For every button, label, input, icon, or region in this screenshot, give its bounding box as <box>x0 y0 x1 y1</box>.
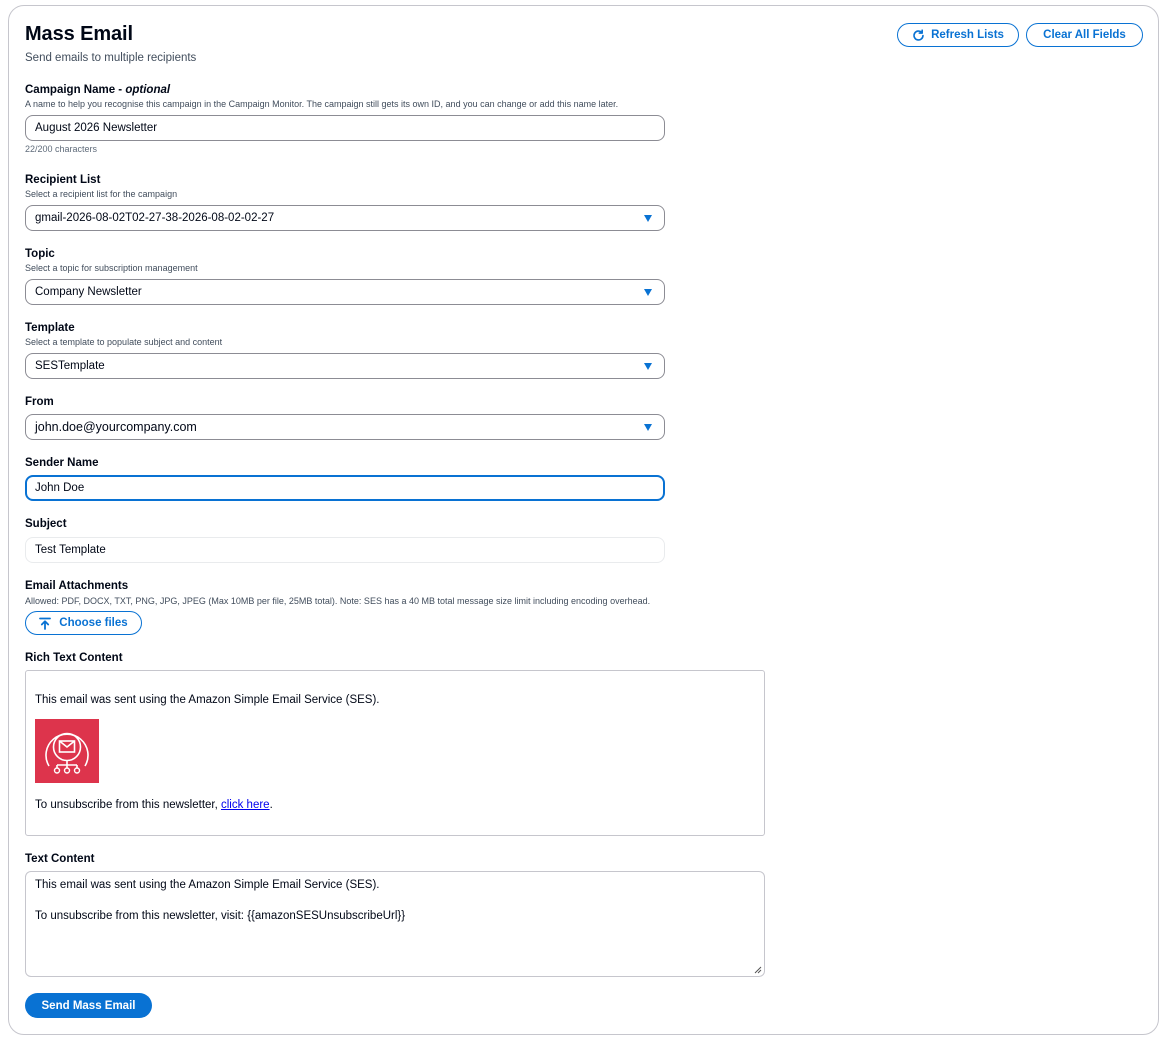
choose-files-button[interactable]: Choose files <box>25 611 142 635</box>
caret-down-icon <box>644 215 652 222</box>
unsubscribe-link[interactable]: click here <box>221 799 270 811</box>
campaign-name-value: August 2026 Newsletter <box>35 122 158 134</box>
rich-text-editor[interactable]: This email was sent using the Amazon Sim… <box>25 670 765 836</box>
page-title: Mass Email <box>25 23 133 45</box>
subject-input[interactable]: Test Template <box>25 537 665 563</box>
campaign-name-input[interactable]: August 2026 Newsletter <box>25 115 665 141</box>
caret-down-icon <box>644 424 652 431</box>
template-select[interactable]: SESTemplate <box>25 353 665 379</box>
caret-down-icon <box>644 363 652 370</box>
resize-handle-icon[interactable] <box>753 965 762 974</box>
from-select[interactable]: john.doe@yourcompany.com <box>25 414 665 440</box>
rich-text-line-2: To unsubscribe from this newsletter, cli… <box>35 799 273 811</box>
rich-text-line-2-suffix: . <box>269 799 273 811</box>
recipient-list-select[interactable]: gmail-2026-08-02T02-27-38-2026-08-02-02-… <box>25 205 665 231</box>
text-content-line-2: To unsubscribe from this newsletter, vis… <box>35 910 406 922</box>
attachments-description: Allowed: PDF, DOCX, TXT, PNG, JPG, JPEG … <box>25 596 651 606</box>
page-description: Send emails to multiple recipients <box>25 52 197 64</box>
recipient-list-value: gmail-2026-08-02T02-27-38-2026-08-02-02-… <box>35 212 275 224</box>
caret-down-icon <box>644 289 652 296</box>
subject-label: Subject <box>25 518 67 530</box>
send-mass-email-label: Send Mass Email <box>41 999 136 1012</box>
send-mass-email-button[interactable]: Send Mass Email <box>25 993 152 1018</box>
text-content-label: Text Content <box>25 853 95 865</box>
campaign-name-label: Campaign Name - optional <box>25 84 171 96</box>
refresh-lists-label: Refresh Lists <box>931 29 1004 41</box>
recipient-list-description: Select a recipient list for the campaign <box>25 189 178 199</box>
text-content-line-1: This email was sent using the Amazon Sim… <box>35 879 380 891</box>
optional-tag: optional <box>125 84 171 96</box>
from-label: From <box>25 396 54 408</box>
clear-all-fields-button[interactable]: Clear All Fields <box>1026 23 1143 47</box>
template-label: Template <box>25 322 75 334</box>
topic-select[interactable]: Company Newsletter <box>25 279 665 305</box>
recipient-list-label: Recipient List <box>25 174 101 186</box>
rich-text-label: Rich Text Content <box>25 652 123 664</box>
template-description: Select a template to populate subject an… <box>25 337 223 347</box>
template-value: SESTemplate <box>35 360 105 372</box>
sender-name-input[interactable]: John Doe <box>25 475 665 501</box>
campaign-name-description: A name to help you recognise this campai… <box>25 99 619 109</box>
campaign-name-counter: 22/200 characters <box>25 144 98 154</box>
topic-label: Topic <box>25 248 55 260</box>
subject-value: Test Template <box>35 544 106 556</box>
clear-all-fields-label: Clear All Fields <box>1043 29 1126 41</box>
rich-text-line-2-prefix: To unsubscribe from this newsletter, <box>35 799 221 811</box>
rich-text-line-1: This email was sent using the Amazon Sim… <box>35 694 380 706</box>
topic-value: Company Newsletter <box>35 286 142 298</box>
upload-icon <box>39 617 52 630</box>
choose-files-label: Choose files <box>59 617 128 629</box>
attachments-label: Email Attachments <box>25 580 129 592</box>
topic-description: Select a topic for subscription manageme… <box>25 263 198 273</box>
ses-logo-icon <box>35 719 99 783</box>
from-value: john.doe@yourcompany.com <box>35 420 197 434</box>
sender-name-value: John Doe <box>35 482 85 494</box>
refresh-lists-button[interactable]: Refresh Lists <box>897 23 1019 47</box>
campaign-name-label-text: Campaign Name <box>25 84 116 96</box>
sender-name-label: Sender Name <box>25 457 99 469</box>
text-content-textarea[interactable]: This email was sent using the Amazon Sim… <box>25 871 765 977</box>
refresh-icon <box>913 28 924 41</box>
